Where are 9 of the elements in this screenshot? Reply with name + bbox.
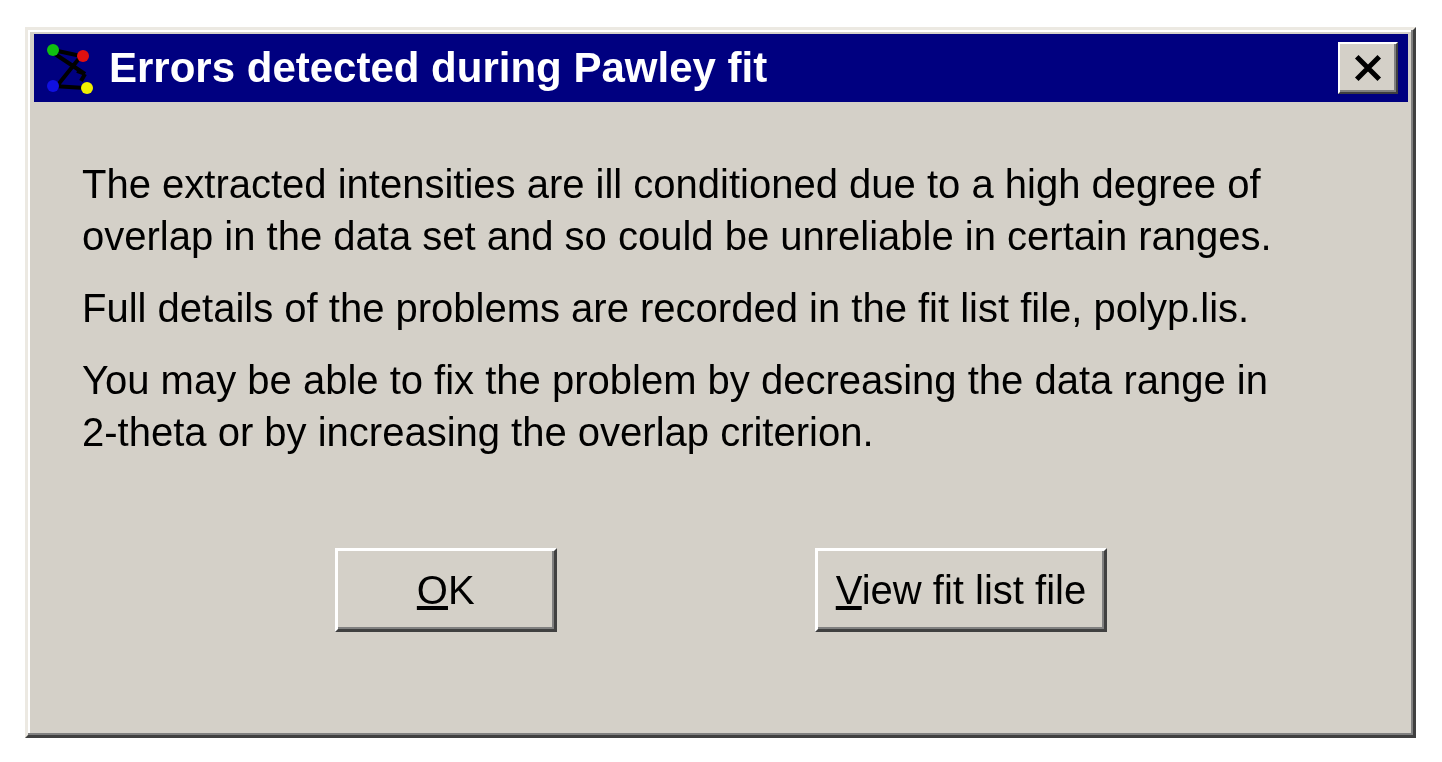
connected-dots-icon	[45, 42, 95, 94]
ok-button[interactable]: OK	[334, 548, 557, 632]
message-text: The extracted intensities are ill conditioned due to a high degree of overlap in the data set and so could be unreliable in certain ranges.	[82, 161, 1273, 260]
view-file-button[interactable]: View fit list file	[814, 548, 1108, 632]
close-icon	[1353, 54, 1383, 82]
window-title: Errors detected during Pawley fit	[109, 44, 769, 92]
close-button[interactable]	[1338, 42, 1398, 94]
message-text: Full details of the problems are recorded in the fit list file, polyp.lis.	[82, 285, 1251, 332]
message-text: You may be able to fix the problem by decreasing the data range in 2-theta or by increasing the overlap criterion.	[82, 357, 1269, 456]
